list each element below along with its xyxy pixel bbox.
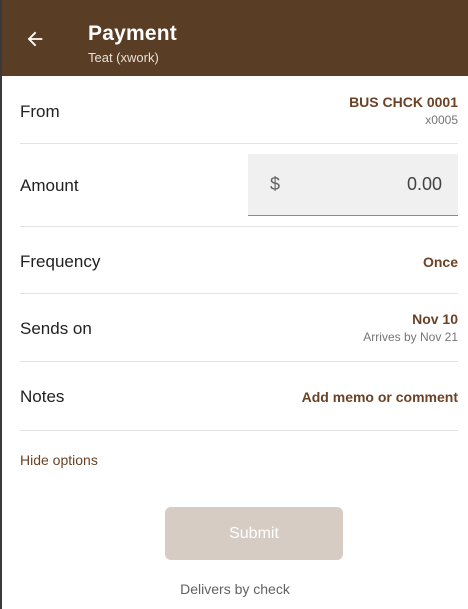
notes-row[interactable]: Notes Add memo or comment xyxy=(20,362,458,431)
delivers-by-text: Delivers by check xyxy=(180,581,290,597)
sends-on-label: Sends on xyxy=(20,319,92,338)
from-account-number: x0005 xyxy=(425,113,458,127)
amount-field[interactable]: $ 0.00 xyxy=(248,154,458,216)
frequency-value[interactable]: Once xyxy=(423,254,458,270)
from-account[interactable]: BUS CHCK 0001 x0005 xyxy=(349,94,458,127)
arrow-left-icon[interactable] xyxy=(22,26,48,52)
frequency-row[interactable]: Frequency Once xyxy=(20,227,458,294)
amount-row: Amount $ 0.00 xyxy=(20,144,458,226)
page-subtitle: Teat (xwork) xyxy=(88,50,159,65)
notes-input[interactable]: Add memo or comment xyxy=(302,389,458,405)
hide-options-link[interactable]: Hide options xyxy=(20,452,98,468)
currency-symbol: $ xyxy=(270,174,281,194)
notes-label: Notes xyxy=(20,387,65,406)
frequency-label: Frequency xyxy=(20,252,101,271)
from-row[interactable]: From BUS CHCK 0001 x0005 xyxy=(20,76,458,144)
from-label: From xyxy=(20,102,60,121)
from-account-name: BUS CHCK 0001 xyxy=(349,94,458,110)
sends-on-row[interactable]: Sends on Nov 10 Arrives by Nov 21 xyxy=(20,294,458,362)
amount-input[interactable]: 0.00 xyxy=(407,174,442,195)
sends-on-date: Nov 10 xyxy=(412,311,458,327)
page-title: Payment xyxy=(88,22,177,45)
submit-button[interactable]: Submit xyxy=(165,507,343,560)
sends-on-value[interactable]: Nov 10 Arrives by Nov 21 xyxy=(363,311,458,344)
arrow-left-icon-glyph xyxy=(27,31,43,47)
payment-screen: Payment Teat (xwork) From BUS CHCK 0001 … xyxy=(0,0,468,609)
arrives-by-text: Arrives by Nov 21 xyxy=(363,330,458,344)
amount-label: Amount xyxy=(20,176,79,195)
app-bar: Payment Teat (xwork) xyxy=(2,0,468,76)
